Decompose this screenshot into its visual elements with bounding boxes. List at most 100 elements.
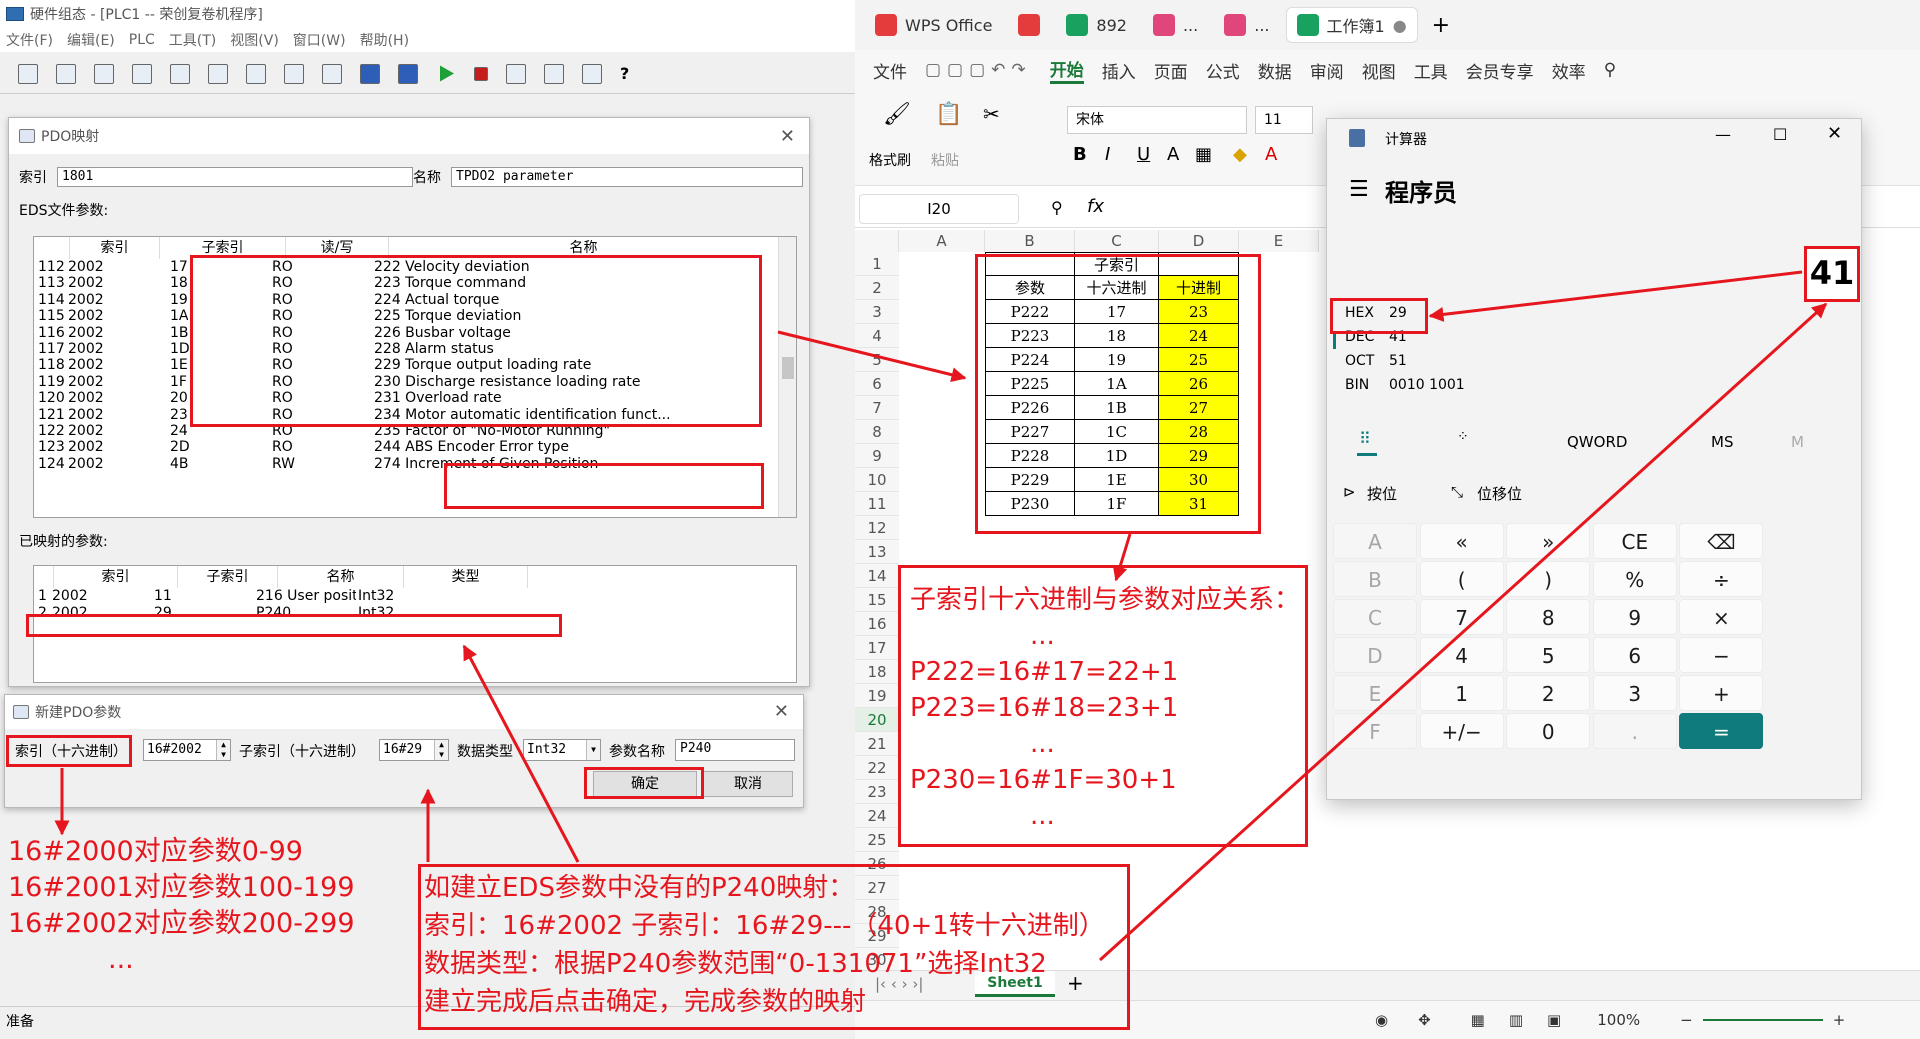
key-b-button[interactable]: B — [1333, 561, 1417, 597]
bitwise-icon[interactable]: ⊳ — [1343, 483, 1356, 501]
header-cell[interactable]: 十进制 — [1159, 276, 1239, 300]
divide-button[interactable]: ÷ — [1679, 561, 1764, 597]
table-cell[interactable]: P225 — [985, 372, 1075, 396]
cell-b1[interactable] — [985, 252, 1075, 276]
row-header[interactable]: 21 — [855, 732, 899, 756]
cut-icon[interactable] — [208, 63, 228, 84]
key-3-button[interactable]: 3 — [1592, 675, 1677, 711]
row-header[interactable]: 8 — [855, 420, 899, 444]
column-header-rw[interactable]: 读/写 — [286, 237, 389, 259]
page-break-icon[interactable]: ▣ — [1547, 1011, 1561, 1029]
copy-icon[interactable] — [246, 63, 266, 84]
row-header[interactable]: 1 — [855, 252, 899, 276]
key-7-button[interactable]: 7 — [1419, 599, 1504, 635]
zoom-level[interactable]: 100% — [1597, 1011, 1640, 1029]
row-header[interactable]: 4 — [855, 324, 899, 348]
subindex-hex-spinner[interactable]: 16#29 ▲ ▼ — [379, 739, 449, 761]
table-row[interactable]: 1 2002 11 216 User posit...Int32 — [34, 588, 796, 605]
key-9-button[interactable]: 9 — [1592, 599, 1677, 635]
table-cell[interactable]: 31 — [1159, 492, 1239, 516]
tab-app[interactable] — [1008, 7, 1050, 43]
row-header[interactable]: 17 — [855, 636, 899, 660]
eye-icon[interactable]: ◉ — [1375, 1011, 1388, 1029]
zoom-in-icon[interactable]: + — [1833, 1011, 1846, 1029]
table-cell[interactable]: 1D — [1075, 444, 1159, 468]
minimize-icon[interactable]: — — [1715, 125, 1731, 144]
print-icon[interactable] — [132, 63, 152, 84]
table-cell[interactable]: 1A — [1075, 372, 1159, 396]
menu-edit[interactable]: 编辑(E) — [67, 30, 115, 50]
paste-label[interactable]: 粘贴 — [931, 150, 959, 170]
cancel-button[interactable]: 取消 — [703, 771, 793, 797]
key-2-button[interactable]: 2 — [1506, 675, 1591, 711]
table-cell[interactable]: P228 — [985, 444, 1075, 468]
row-header[interactable]: 11 — [855, 492, 899, 516]
table-row[interactable]: 121 2002 23 RO 234 Motor automatic identific… — [34, 407, 796, 424]
save-all-icon[interactable] — [94, 63, 114, 84]
zoom-slider[interactable] — [1702, 1019, 1823, 1021]
row-header[interactable]: 6 — [855, 372, 899, 396]
header-cell[interactable]: 十六进制 — [1075, 276, 1159, 300]
cell-d1[interactable] — [1159, 252, 1239, 276]
key-6-button[interactable]: 6 — [1592, 637, 1677, 673]
radix-label[interactable]: HEX — [1345, 305, 1374, 321]
maximize-icon[interactable]: ☐ — [1773, 125, 1787, 144]
modulo-button[interactable]: % — [1592, 561, 1677, 597]
download-icon[interactable] — [398, 63, 418, 84]
fill-color-icon[interactable]: ◆ — [1233, 144, 1247, 165]
row-header[interactable]: 25 — [855, 828, 899, 852]
equals-button[interactable]: = — [1679, 713, 1764, 749]
tab-workbook1[interactable]: 工作簿1 ● — [1285, 7, 1418, 43]
menu-file[interactable]: 文件 — [873, 58, 907, 83]
shift-left-button[interactable]: « — [1419, 523, 1504, 559]
table-cell[interactable]: 27 — [1159, 396, 1239, 420]
menu-member[interactable]: 会员专享 — [1466, 58, 1534, 83]
row-header[interactable]: 2 — [855, 276, 899, 300]
row-header[interactable]: 3 — [855, 300, 899, 324]
table-cell[interactable]: 1B — [1075, 396, 1159, 420]
table-cell[interactable]: 30 — [1159, 468, 1239, 492]
row-header[interactable]: 23 — [855, 780, 899, 804]
radix-label[interactable]: OCT — [1345, 353, 1374, 369]
chevron-down-icon[interactable]: ▼ — [586, 740, 600, 760]
menu-view[interactable]: 视图(V) — [230, 30, 279, 50]
row-header[interactable]: 27 — [855, 876, 899, 900]
row-header[interactable]: 5 — [855, 348, 899, 372]
column-header-d[interactable]: D — [1159, 230, 1239, 252]
column-header-a[interactable]: A — [899, 230, 985, 252]
tab-sheet-892[interactable]: 892 — [1056, 7, 1137, 43]
strikethrough-icon[interactable]: A — [1167, 144, 1179, 165]
row-header[interactable]: 18 — [855, 660, 899, 684]
table-cell[interactable]: P229 — [985, 468, 1075, 492]
select-all-corner[interactable] — [855, 230, 899, 252]
run-icon[interactable] — [440, 65, 454, 82]
italic-icon[interactable]: I — [1105, 144, 1110, 165]
key-f-button[interactable]: F — [1333, 713, 1417, 749]
table-cell[interactable]: 1F — [1075, 492, 1159, 516]
key-a-button[interactable]: A — [1333, 523, 1417, 559]
table-cell[interactable]: 1C — [1075, 420, 1159, 444]
help-cursor-icon[interactable]: ? — [620, 64, 640, 84]
menu-page[interactable]: 页面 — [1154, 58, 1188, 83]
border-icon[interactable]: ▦ — [1195, 144, 1212, 165]
index-field[interactable]: 1801 — [57, 167, 413, 187]
row-header[interactable]: 16 — [855, 612, 899, 636]
column-header-name[interactable]: 名称 — [278, 566, 404, 588]
backspace-button[interactable]: ⌫ — [1679, 523, 1764, 559]
key-d-button[interactable]: D — [1333, 637, 1417, 673]
column-header-index[interactable]: 索引 — [70, 237, 160, 259]
bitshift-icon[interactable]: ⤡ — [1451, 483, 1463, 501]
paste-icon[interactable] — [284, 63, 304, 84]
table-cell[interactable]: 17 — [1075, 300, 1159, 324]
name-box[interactable]: I20 — [859, 194, 1019, 224]
table-row[interactable]: 2 2002 29 P240 Int32 — [34, 605, 796, 622]
link-icon[interactable] — [544, 63, 564, 84]
menu-window[interactable]: 窗口(W) — [293, 30, 346, 50]
row-header[interactable]: 19 — [855, 684, 899, 708]
table-row[interactable]: 123 2002 2D RO 244 ABS Encoder Error type — [34, 439, 796, 456]
hamburger-menu-icon[interactable]: ☰ — [1349, 177, 1369, 202]
format-painter-label[interactable]: 格式刷 — [869, 150, 911, 170]
column-header-b[interactable]: B — [985, 230, 1075, 252]
row-header[interactable]: 20 — [855, 708, 899, 732]
row-header[interactable]: 15 — [855, 588, 899, 612]
